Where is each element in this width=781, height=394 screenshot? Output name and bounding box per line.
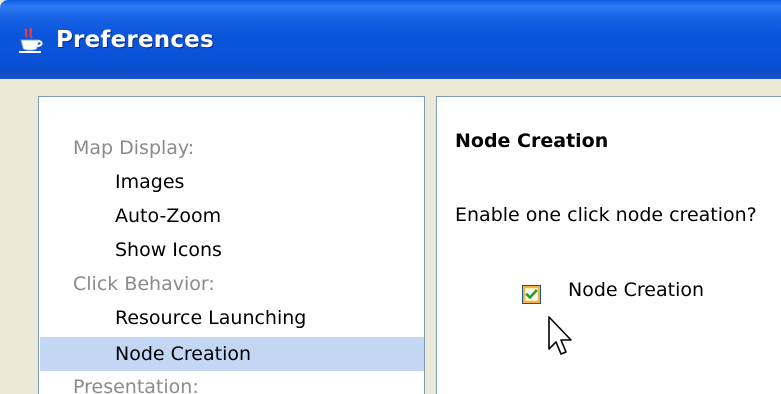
- tree-category-map-display: Map Display:: [73, 137, 195, 159]
- node-creation-checkbox-label[interactable]: Node Creation: [568, 279, 704, 301]
- checkmark-icon: [525, 289, 538, 300]
- tree-category-presentation: Presentation:: [73, 376, 199, 394]
- java-coffee-cup-icon: [19, 27, 43, 53]
- tree-item-auto-zoom[interactable]: Auto-Zoom: [115, 199, 221, 233]
- window-title: Preferences: [56, 27, 214, 53]
- tree-item-images[interactable]: Images: [115, 165, 184, 199]
- tree-item-resource-launching[interactable]: Resource Launching: [115, 301, 306, 335]
- preferences-category-tree[interactable]: Map Display: Images Auto-Zoom Show Icons…: [38, 96, 425, 394]
- tree-item-show-icons[interactable]: Show Icons: [115, 233, 222, 267]
- panel-heading: Node Creation: [455, 130, 609, 152]
- tree-item-node-creation[interactable]: Node Creation: [40, 337, 424, 371]
- node-creation-checkbox[interactable]: [522, 285, 541, 304]
- title-bar[interactable]: Preferences: [0, 0, 781, 79]
- panel-question: Enable one click node creation?: [455, 204, 757, 226]
- preferences-window: Preferences Map Display: Images Auto-Zoo…: [0, 0, 781, 394]
- tree-category-click-behavior: Click Behavior:: [73, 273, 215, 295]
- settings-panel: Node Creation Enable one click node crea…: [436, 96, 781, 394]
- mouse-pointer-icon: [548, 316, 572, 355]
